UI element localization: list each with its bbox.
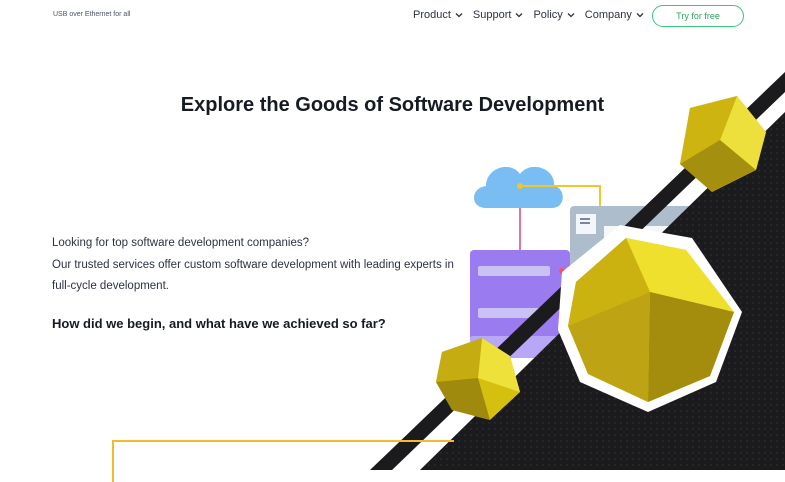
section-question: How did we begin, and what have we achie… (52, 316, 386, 331)
hero-copy: Looking for top software development com… (52, 233, 472, 298)
hero-line-3: full-cycle development. (52, 280, 169, 292)
hero-line-2: Our trusted services offer custom softwa… (52, 258, 454, 271)
content-box-outline (112, 440, 454, 482)
hero-line-1: Looking for top software development com… (52, 237, 309, 249)
